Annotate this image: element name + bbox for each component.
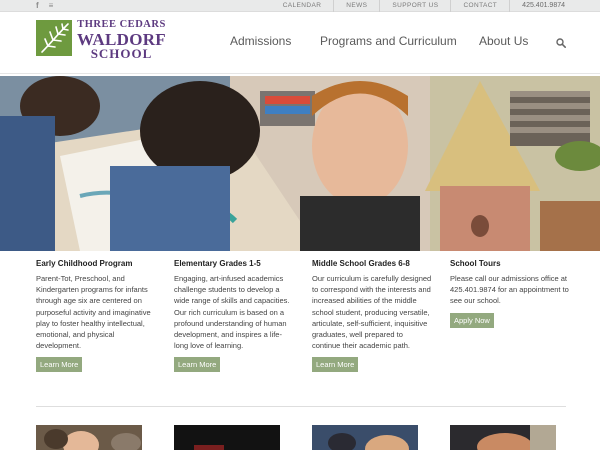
site-header: THREE CEDARS WALDORF SCHOOL Admissions P… <box>0 12 600 74</box>
apply-now-button[interactable]: Apply Now <box>450 312 494 328</box>
nav-about-us[interactable]: About Us <box>479 34 528 48</box>
cedar-leaf-icon <box>36 20 72 56</box>
utility-links: CALENDAR NEWS SUPPORT US CONTACT 425.401… <box>271 0 565 12</box>
learn-more-button[interactable]: Learn More <box>36 357 83 373</box>
column-title: Middle School Grades 6-8 <box>312 259 410 268</box>
thumbnail-photo-1[interactable] <box>36 425 142 450</box>
utility-bar: f ≡ CALENDAR NEWS SUPPORT US CONTACT 425… <box>0 0 600 12</box>
section-divider <box>36 406 566 407</box>
thumbnail-photo-4[interactable] <box>450 425 556 450</box>
column-elementary: Elementary Grades 1-5 Engaging, art-infu… <box>174 258 294 373</box>
column-early-childhood: Early Childhood Program Parent-Tot, Pres… <box>36 258 156 373</box>
contact-link[interactable]: CONTACT <box>450 0 509 12</box>
phone-number[interactable]: 425.401.9874 <box>509 0 565 12</box>
social-links: f ≡ <box>36 0 53 12</box>
rss-icon[interactable]: ≡ <box>49 0 54 12</box>
column-body: Engaging, art-infused academics challeng… <box>174 274 290 351</box>
news-link[interactable]: NEWS <box>333 0 379 12</box>
column-body: Please call our admissions office at 425… <box>450 274 569 306</box>
learn-more-button[interactable]: Learn More <box>312 357 359 373</box>
thumbnail-photo-3[interactable] <box>312 425 418 450</box>
nav-admissions[interactable]: Admissions <box>230 34 291 48</box>
column-middle-school: Middle School Grades 6-8 Our curriculum … <box>312 258 432 373</box>
nav-programs-and-curriculum[interactable]: Programs and Curriculum <box>320 34 457 48</box>
column-school-tours: School Tours Please call our admissions … <box>450 258 570 328</box>
learn-more-button[interactable]: Learn More <box>174 357 221 373</box>
column-title: School Tours <box>450 259 501 268</box>
calendar-link[interactable]: CALENDAR <box>271 0 334 12</box>
hero-photo <box>0 76 600 251</box>
thumbnail-photo-2[interactable] <box>174 425 280 450</box>
logo-wordmark: THREE CEDARS WALDORF SCHOOL <box>77 19 166 61</box>
logo-line-3: SCHOOL <box>90 45 153 61</box>
school-logo[interactable]: THREE CEDARS WALDORF SCHOOL <box>36 19 166 61</box>
facebook-icon[interactable]: f <box>36 0 39 12</box>
column-body: Parent-Tot, Preschool, and Kindergarten … <box>36 274 151 351</box>
search-icon[interactable] <box>556 38 566 48</box>
logo-line-2: WALDORF <box>77 29 166 49</box>
column-title: Early Childhood Program <box>36 259 133 268</box>
logo-line-1: THREE CEDARS <box>77 19 166 30</box>
column-body: Our curriculum is carefully designed to … <box>312 274 432 351</box>
column-title: Elementary Grades 1-5 <box>174 259 261 268</box>
support-us-link[interactable]: SUPPORT US <box>379 0 450 12</box>
